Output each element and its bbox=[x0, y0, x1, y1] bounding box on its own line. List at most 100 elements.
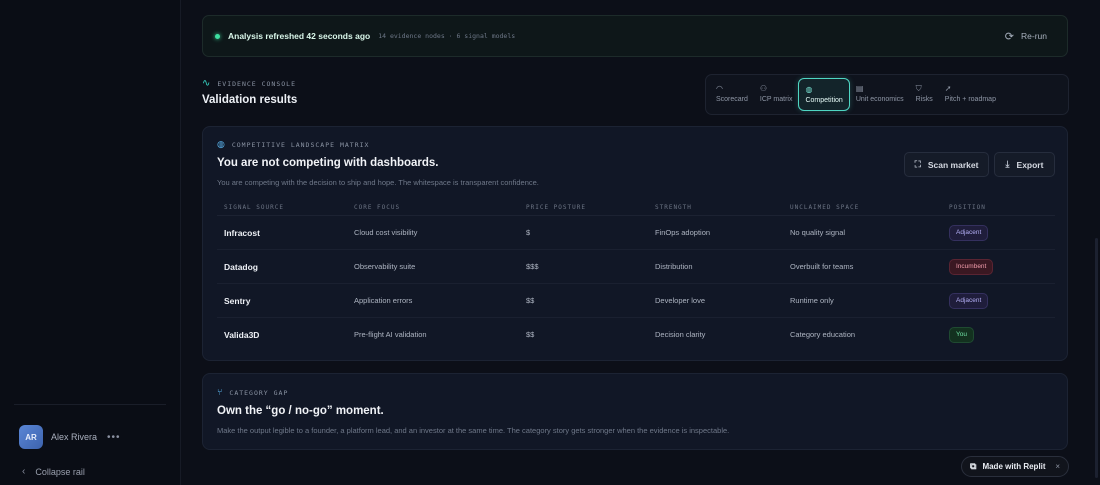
status-bar: Analysis refreshed 42 seconds ago 14 evi… bbox=[202, 15, 1068, 57]
signal-source: Sentry bbox=[224, 295, 251, 306]
strength: Decision clarity bbox=[655, 330, 706, 339]
card-heading: You are not competing with dashboards. bbox=[217, 157, 439, 169]
section-label-text: EVIDENCE CONSOLE bbox=[217, 79, 297, 88]
strength: Developer love bbox=[655, 296, 706, 305]
unclaimed-space: No quality signal bbox=[790, 228, 846, 237]
tab-icp-matrix[interactable]: ⚇ ICP matrix bbox=[754, 78, 799, 111]
tab-label: Unit economics bbox=[855, 96, 904, 103]
export-button[interactable]: ⤓ Export bbox=[994, 152, 1055, 177]
price-posture: $$$ bbox=[526, 262, 539, 271]
price-posture: $ bbox=[526, 228, 531, 237]
scan-market-label: Scan market bbox=[927, 159, 979, 170]
status-meta: 14 evidence nodes · 6 signal models bbox=[378, 32, 516, 40]
card-label: ⑂ CATEGORY GAP bbox=[217, 388, 288, 398]
tab-risks[interactable]: ⛉ Risks bbox=[910, 78, 939, 111]
download-icon: ⤓ bbox=[1005, 159, 1010, 169]
table-header: SIGNAL SOURCE CORE FOCUS PRICE POSTURE S… bbox=[217, 199, 1055, 216]
avatar[interactable]: AR bbox=[19, 425, 43, 449]
competition-table: SIGNAL SOURCE CORE FOCUS PRICE POSTURE S… bbox=[217, 199, 1055, 351]
column-header: STRENGTH bbox=[655, 203, 692, 211]
tab-label: Competition bbox=[805, 97, 843, 104]
card-label: ◍ COMPETITIVE LANDSCAPE MATRIX bbox=[217, 140, 369, 150]
position-cell: You bbox=[949, 318, 974, 351]
column-header: UNCLAIMED SPACE bbox=[790, 203, 860, 211]
tab-label: ICP matrix bbox=[759, 96, 793, 103]
signal-source: Valida3D bbox=[224, 329, 260, 340]
page-title: Validation results bbox=[202, 94, 298, 106]
column-header: PRICE POSTURE bbox=[526, 203, 586, 211]
card-subtitle: You are competing with the decision to s… bbox=[217, 178, 539, 187]
column-header: CORE FOCUS bbox=[354, 203, 401, 211]
tab-label: Scorecard bbox=[716, 96, 748, 103]
left-rail: AR Alex Rivera ••• ‹ Collapse rail bbox=[0, 0, 181, 485]
users-icon: ⚇ bbox=[759, 84, 768, 93]
made-with-replit-badge[interactable]: ⧉ Made with Replit × bbox=[961, 456, 1069, 477]
card-heading: Own the “go / no-go” moment. bbox=[217, 405, 384, 417]
core-focus: Observability suite bbox=[354, 262, 416, 271]
table-row[interactable]: Datadog Observability suite $$$ Distribu… bbox=[217, 250, 1055, 284]
status-text: Analysis refreshed 42 seconds ago bbox=[228, 31, 371, 41]
column-header: SIGNAL SOURCE bbox=[224, 203, 284, 211]
price-posture: $$ bbox=[526, 330, 535, 339]
signal-source: Datadog bbox=[224, 261, 258, 272]
card-label-text: COMPETITIVE LANDSCAPE MATRIX bbox=[231, 141, 370, 149]
rerun-button[interactable]: ⟳ Re-run bbox=[1005, 30, 1055, 43]
strength: FinOps adoption bbox=[655, 228, 711, 237]
price-posture: $$ bbox=[526, 296, 535, 305]
gauge-icon: ◠ bbox=[716, 84, 723, 93]
tab-pitch-roadmap[interactable]: ➚ Pitch + roadmap bbox=[939, 78, 1002, 111]
tab-label: Risks bbox=[915, 96, 933, 103]
rocket-icon: ➚ bbox=[944, 84, 952, 93]
collapse-rail-label: Collapse rail bbox=[35, 466, 85, 477]
collapse-rail-button[interactable]: ‹ Collapse rail bbox=[22, 466, 85, 477]
tab-competition[interactable]: ◍ Competition bbox=[798, 78, 850, 111]
tab-label: Pitch + roadmap bbox=[944, 96, 996, 103]
strength: Distribution bbox=[655, 262, 693, 271]
scrollbar[interactable] bbox=[1095, 238, 1098, 478]
column-header: POSITION bbox=[949, 203, 986, 211]
result-tabs: ◠ Scorecard ⚇ ICP matrix ◍ Competition ▤… bbox=[705, 74, 1069, 115]
user-menu[interactable]: AR Alex Rivera ••• bbox=[19, 425, 121, 449]
tab-scorecard[interactable]: ◠ Scorecard bbox=[710, 78, 754, 111]
signal-source: Infracost bbox=[224, 227, 260, 238]
position-cell: Adjacent bbox=[949, 216, 989, 249]
core-focus: Pre-flight AI validation bbox=[354, 330, 427, 339]
more-options-icon[interactable]: ••• bbox=[107, 432, 121, 443]
category-gap-card: ⑂ CATEGORY GAP Own the “go / no-go” mome… bbox=[202, 373, 1068, 450]
replit-icon: ⧉ bbox=[970, 461, 977, 471]
table-row[interactable]: Valida3D Pre-flight AI validation $$ Dec… bbox=[217, 318, 1055, 351]
user-name: Alex Rivera bbox=[51, 432, 98, 442]
card-label-text: CATEGORY GAP bbox=[229, 389, 289, 397]
globe-icon: ◍ bbox=[805, 85, 813, 94]
pulse-icon: ∿ bbox=[202, 78, 212, 89]
position-cell: Adjacent bbox=[949, 284, 989, 317]
position-badge: Adjacent bbox=[949, 292, 989, 309]
table-row[interactable]: Sentry Application errors $$ Developer l… bbox=[217, 284, 1055, 318]
rerun-label: Re-run bbox=[1021, 31, 1047, 41]
table-row[interactable]: Infracost Cloud cost visibility $ FinOps… bbox=[217, 216, 1055, 250]
position-badge: Incumbent bbox=[949, 258, 994, 275]
competitive-matrix-card: ◍ COMPETITIVE LANDSCAPE MATRIX You are n… bbox=[202, 126, 1068, 361]
unclaimed-space: Runtime only bbox=[790, 296, 834, 305]
rail-divider bbox=[14, 404, 166, 405]
position-badge: You bbox=[949, 326, 974, 343]
chevron-left-icon: ‹ bbox=[22, 466, 26, 477]
core-focus: Application errors bbox=[354, 296, 413, 305]
card-subtitle: Make the output legible to a founder, a … bbox=[217, 426, 730, 435]
status-dot-icon bbox=[215, 33, 220, 39]
tab-unit-economics[interactable]: ▤ Unit economics bbox=[850, 78, 910, 111]
core-focus: Cloud cost visibility bbox=[354, 228, 418, 237]
unclaimed-space: Overbuilt for teams bbox=[790, 262, 854, 271]
wallet-icon: ▤ bbox=[855, 84, 864, 93]
section-label: ∿ EVIDENCE CONSOLE bbox=[202, 78, 296, 89]
badge-label: Made with Replit bbox=[982, 462, 1046, 471]
globe-icon: ◍ bbox=[217, 140, 226, 150]
position-cell: Incumbent bbox=[949, 250, 994, 283]
close-icon[interactable]: × bbox=[1055, 462, 1060, 471]
export-label: Export bbox=[1016, 159, 1044, 170]
scan-market-button[interactable]: ⛶ Scan market bbox=[904, 152, 989, 177]
position-badge: Adjacent bbox=[949, 224, 989, 241]
scan-icon: ⛶ bbox=[914, 159, 921, 169]
branch-icon: ⑂ bbox=[217, 388, 224, 398]
shield-icon: ⛉ bbox=[915, 84, 922, 93]
